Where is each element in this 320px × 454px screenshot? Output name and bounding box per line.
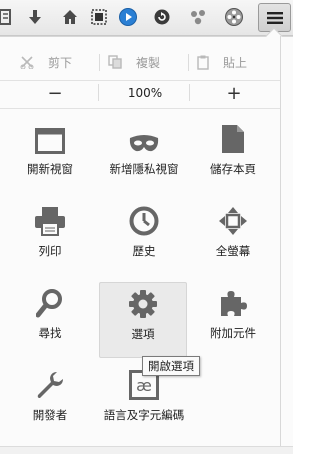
new-window-button[interactable]: 開新視窗 [6, 118, 94, 194]
developer-label: 開發者 [32, 408, 68, 422]
history-clock-icon [129, 206, 159, 236]
find-button[interactable]: 尋找 [6, 282, 94, 358]
options-button[interactable]: 選項 [99, 282, 187, 358]
history-label: 歷史 [132, 244, 156, 258]
addons-button[interactable]: 附加元件 [189, 282, 277, 358]
print-button[interactable]: 列印 [6, 200, 94, 276]
svg-text:æ: æ [136, 376, 152, 395]
history-back-icon[interactable] [151, 6, 173, 28]
addons-label: 附加元件 [210, 326, 256, 340]
zoom-in-button[interactable]: + [204, 78, 264, 108]
social-share-icon[interactable] [187, 6, 209, 28]
zoom-reset-button[interactable]: 100% [100, 78, 190, 108]
save-page-icon [222, 125, 244, 153]
panel-footer [0, 446, 293, 454]
options-tooltip: 開啟選項 [142, 356, 200, 376]
bookmarks-list-icon[interactable] [0, 6, 16, 28]
fullscreen-button[interactable]: 全螢幕 [189, 200, 277, 276]
fullscreen-icon [219, 207, 247, 235]
separator [188, 54, 189, 71]
copy-button[interactable]: 複製 [108, 44, 160, 80]
copy-label: 複製 [136, 55, 161, 70]
cut-button[interactable]: 剪下 [20, 44, 72, 80]
edit-controls: 剪下 複製 貼上 [0, 44, 280, 80]
private-mask-icon [129, 135, 159, 152]
printer-icon [35, 207, 65, 236]
zoom-out-button[interactable]: − [25, 78, 85, 108]
media-play-icon[interactable] [117, 6, 139, 28]
copy-icon [108, 55, 122, 69]
separator [98, 84, 99, 101]
paste-label: 貼上 [223, 55, 248, 70]
separator [99, 54, 100, 71]
scissors-icon [20, 56, 34, 69]
zoom-controls: − 100% + [0, 78, 280, 108]
character-encoding-label: 語言及字元編碼 [103, 408, 185, 422]
print-label: 列印 [38, 244, 62, 258]
divider [0, 108, 280, 109]
new-private-window-label: 新增隱私視窗 [109, 162, 179, 176]
download-icon[interactable] [24, 6, 46, 28]
new-window-label: 開新視窗 [27, 162, 73, 176]
gear-icon [129, 290, 157, 318]
fullscreen-label: 全螢幕 [215, 244, 251, 258]
new-private-window-button[interactable]: 新增隱私視窗 [100, 118, 188, 194]
save-page-label: 儲存本頁 [210, 162, 256, 176]
search-icon [36, 289, 62, 318]
wrench-icon [37, 372, 63, 398]
separator [189, 84, 190, 101]
home-icon[interactable] [59, 6, 81, 28]
find-label: 尋找 [38, 326, 62, 340]
developer-button[interactable]: 開發者 [6, 364, 94, 440]
puzzle-icon [221, 291, 247, 316]
film-reel-icon[interactable] [223, 6, 245, 28]
save-page-button[interactable]: 儲存本頁 [189, 118, 277, 194]
options-label: 選項 [131, 327, 155, 341]
panel-right-border [280, 36, 281, 454]
hamburger-icon [266, 11, 283, 24]
clipboard-icon [197, 55, 209, 70]
screenshot-icon[interactable] [88, 6, 110, 28]
history-button[interactable]: 歷史 [100, 200, 188, 276]
toolbar [0, 0, 293, 36]
new-window-icon [35, 128, 65, 154]
cut-label: 剪下 [48, 55, 73, 70]
paste-button[interactable]: 貼上 [197, 44, 247, 80]
